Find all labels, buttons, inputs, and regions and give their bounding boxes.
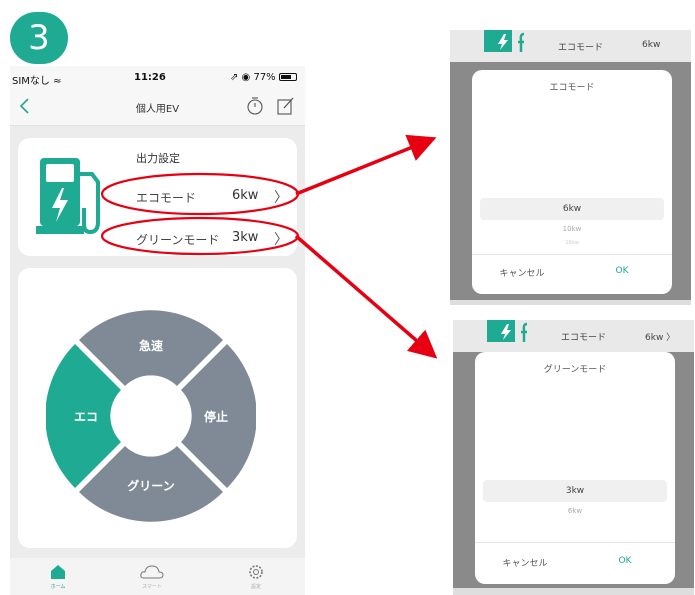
tab-smart[interactable]: スマート [132,562,172,592]
ev-charger-icon [36,158,100,235]
output-settings-heading: 出力設定 [136,152,180,165]
background-strip [450,300,691,305]
chevron-right-icon: 〉 [274,190,288,206]
picker-option[interactable]: 6kw [475,507,675,515]
background-mode-value: 6kw 〉 [645,333,676,343]
home-icon [51,565,65,579]
clock-time: 11:26 [134,72,166,83]
ok-button[interactable]: OK [575,556,675,566]
tab-settings[interactable]: 設定 [236,562,276,592]
cancel-button[interactable]: キャンセル [472,266,572,279]
eco-mode-picker-screenshot: エコモード 6kw エコモード 6kw 10kw 16kw キャンセル OK [450,30,691,305]
status-bar: SIMなし ≈ 11:26 ⇗ ◉ 77% [10,66,305,90]
background-mode-value: 6kw [642,40,661,50]
arrow-to-eco-picker [295,134,437,196]
dialog-divider [472,254,672,255]
battery-icon [278,73,297,81]
eco-label: エコ [74,410,98,424]
tab-smart-label: スマート [142,584,162,590]
step-number-badge: 3 [10,12,68,64]
cancel-button[interactable]: キャンセル [475,556,575,569]
tutorial-stage: 3 SIMなし ≈ 11:26 ⇗ ◉ 77% 個人用EV 出力設定 エコモード… [0,0,695,595]
charge-control-card: 急速 停止 グリーン エコ [18,268,297,548]
dialog-title: エコモード [549,83,595,93]
stopwatch-icon [247,97,263,115]
green-mode-dialog: グリーンモード 3kw 6kw キャンセル OK [475,352,675,584]
tab-settings-label: 設定 [250,584,261,590]
green-label: グリーン [127,478,174,493]
charge-mode-wheel: 急速 停止 グリーン エコ [46,310,256,522]
stop-label: 停止 [204,409,228,424]
tab-home-label: ホーム [50,584,66,590]
background-mode-row: エコモード 6kw 〉 [453,320,694,352]
battery-status: ⇗ ◉ 77% [230,72,297,83]
green-mode-value: 3kw [232,230,259,245]
gear-icon [249,565,263,579]
cloud-icon [140,565,164,579]
eco-mode-dialog: エコモード 6kw 10kw 16kw キャンセル OK [472,70,672,294]
eco-mode-label: エコモード [136,191,197,205]
phone-screen: SIMなし ≈ 11:26 ⇗ ◉ 77% 個人用EV 出力設定 エコモード 6… [10,66,305,595]
edit-icon [277,97,294,115]
dialog-divider [475,542,675,543]
background-mode-row: エコモード 6kw [450,30,691,62]
eco-mode-value: 6kw [232,188,259,203]
dialog-title: グリーンモード [543,365,607,375]
background-mode-label: エコモード [558,43,604,53]
background-strip [453,588,694,595]
rapid-label: 急速 [139,338,163,353]
eco-mode-row[interactable]: エコモード 6kw 〉 [136,186,288,208]
ev-charger-icon [484,30,525,52]
picker-option[interactable]: 16kw [472,240,672,246]
picker-option-selected[interactable]: 3kw [475,486,675,496]
edit-button[interactable] [276,96,294,116]
green-mode-row[interactable]: グリーンモード 3kw 〉 [136,228,288,250]
timer-button[interactable] [246,96,264,116]
tab-home[interactable]: ホーム [38,562,78,592]
green-mode-label: グリーンモード [136,233,220,247]
picker-option-selected[interactable]: 6kw [472,204,672,214]
green-mode-picker-screenshot: エコモード 6kw 〉 グリーンモード 3kw 6kw キャンセル OK [453,320,694,595]
output-settings-card: 出力設定 エコモード 6kw 〉 グリーンモード 3kw 〉 [18,138,297,256]
ok-button[interactable]: OK [572,266,672,276]
picker-option[interactable]: 10kw [472,225,672,233]
chevron-right-icon: 〉 [274,232,288,248]
carrier-label: SIMなし ≈ [12,76,62,87]
ev-charger-icon [487,320,528,342]
arrow-to-green-picker [294,234,438,359]
background-mode-label: エコモード [561,333,607,343]
navigation-bar: 個人用EV [10,90,305,126]
tab-bar: ホーム スマート 設定 [10,558,305,595]
